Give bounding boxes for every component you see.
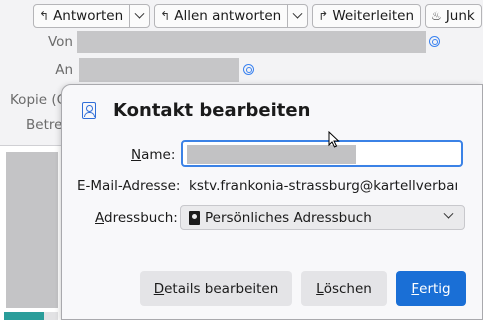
chevron-down-icon: [134, 8, 145, 19]
reply-dropdown-button[interactable]: [129, 5, 149, 27]
edit-details-label: etails bearbeiten: [164, 280, 279, 297]
done-accesskey: F: [411, 280, 420, 297]
addressbook-label-text: dressbuch:: [104, 210, 178, 226]
addressbook-select[interactable]: Persönliches Adressbuch: [180, 205, 465, 230]
from-label: Von: [47, 34, 73, 50]
junk-flame-icon: ♨: [431, 9, 442, 23]
address-card-icon: [82, 102, 96, 119]
delete-accesskey: L: [316, 280, 324, 297]
attachment-strip: [4, 312, 44, 320]
email-value: kstv.frankonia-strassburg@kartellverband…: [189, 178, 457, 194]
reply-label: Antworten: [53, 8, 124, 24]
forward-button[interactable]: ↱ Weiterleiten: [312, 4, 422, 28]
address-book-icon: [189, 210, 200, 225]
attachment-strip-end: [44, 312, 58, 320]
name-label-text: ame:: [141, 147, 176, 163]
reply-all-icon: ↰: [160, 9, 171, 23]
addressbook-value: Persönliches Adressbuch: [205, 209, 372, 226]
to-label: An: [55, 62, 73, 78]
message-body-redacted: [6, 152, 58, 308]
reply-all-dropdown-button[interactable]: [287, 5, 307, 27]
message-toolbar: ↰ Antworten ↰ Allen antworten ↱ Weiterle…: [33, 4, 482, 30]
contact-status-icon[interactable]: [243, 64, 254, 75]
junk-button[interactable]: ♨ Junk: [425, 4, 482, 28]
contact-status-icon[interactable]: [429, 36, 440, 47]
forward-icon: ↱: [318, 9, 329, 23]
addressbook-label: Adressbuch:: [95, 210, 178, 226]
edit-details-accesskey: D: [153, 280, 165, 297]
subject-label: Betre: [26, 117, 63, 133]
junk-label: Junk: [445, 8, 475, 24]
forward-label: Weiterleiten: [332, 8, 415, 24]
chevron-down-icon: [443, 208, 454, 219]
email-label: E-Mail-Adresse:: [77, 178, 181, 194]
edit-contact-dialog: Kontakt bearbeiten Name: E-Mail-Adresse:…: [61, 84, 483, 320]
chevron-down-icon: [292, 8, 303, 19]
name-label: Name:: [131, 147, 175, 163]
reply-button-group: ↰ Antworten: [33, 4, 151, 28]
reply-all-label: Allen antworten: [174, 8, 282, 24]
name-label-accesskey: N: [131, 147, 142, 163]
delete-label: öschen: [323, 280, 372, 297]
edit-details-button[interactable]: Details bearbeiten: [140, 271, 292, 306]
addressbook-label-accesskey: A: [95, 210, 104, 226]
done-label: ertig: [419, 280, 451, 297]
to-value-redacted: [79, 58, 239, 82]
done-button[interactable]: Fertig: [396, 271, 466, 306]
reply-all-button-group: ↰ Allen antworten: [154, 4, 309, 28]
from-value-redacted: [77, 31, 426, 53]
reply-icon: ↰: [39, 9, 50, 23]
reply-all-button[interactable]: ↰ Allen antworten: [155, 5, 287, 27]
mouse-pointer-icon: [328, 131, 340, 148]
delete-button[interactable]: Löschen: [301, 271, 387, 306]
reply-button[interactable]: ↰ Antworten: [34, 5, 129, 27]
dialog-title: Kontakt bearbeiten: [113, 100, 311, 121]
